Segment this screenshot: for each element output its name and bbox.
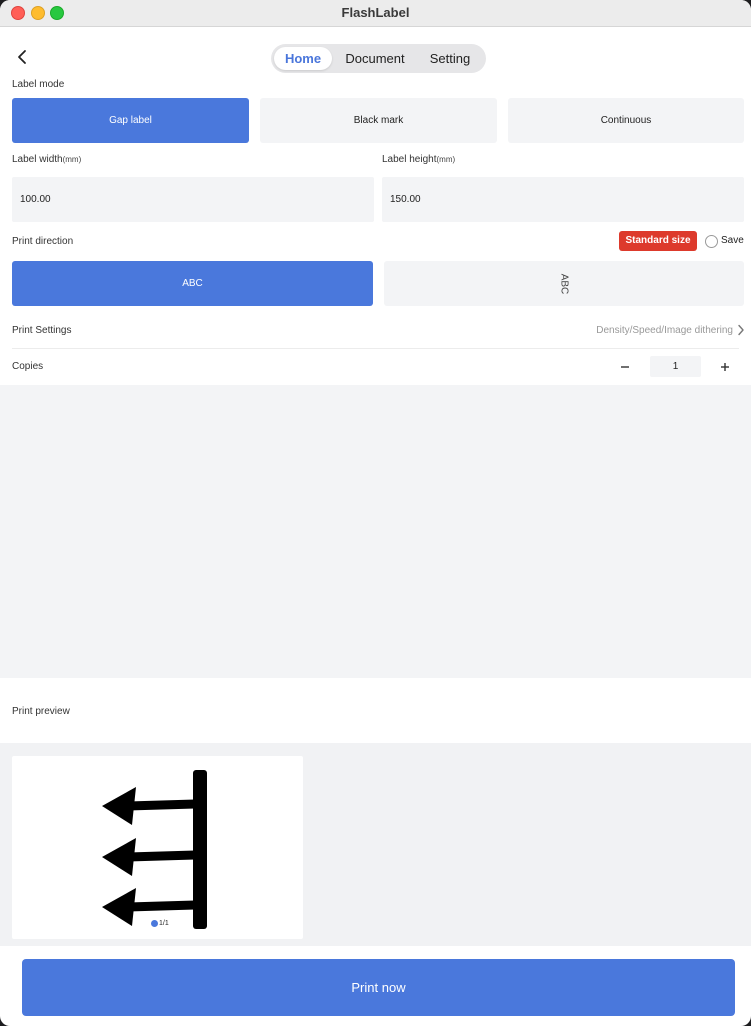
content-panel: [0, 385, 751, 678]
page-indicator: 1/1: [148, 918, 172, 930]
label-artwork: [102, 770, 207, 929]
print-settings-heading: Print Settings: [12, 325, 72, 336]
label-height-input[interactable]: 150.00: [382, 177, 744, 222]
mode-black-mark-button[interactable]: Black mark: [260, 98, 497, 143]
page-dot-icon: [151, 919, 158, 927]
direction-vertical-button[interactable]: ABC: [384, 261, 744, 306]
print-direction-heading: Print direction: [12, 236, 74, 247]
chevron-left-icon: [18, 50, 26, 64]
mode-gap-label-button[interactable]: Gap label: [12, 98, 249, 143]
direction-vertical-text: ABC: [558, 273, 570, 294]
direction-horizontal-button[interactable]: ABC: [12, 261, 373, 306]
label-mode-heading: Label mode: [12, 79, 65, 90]
label-height-heading: Label height(mm): [382, 154, 455, 165]
copies-increment-button[interactable]: [716, 357, 734, 377]
plus-icon: [721, 363, 729, 371]
label-width-unit: (mm): [62, 155, 82, 164]
page-indicator-text: 1/1: [159, 920, 169, 927]
window-title: FlashLabel: [341, 5, 410, 20]
title-bar: FlashLabel: [0, 0, 751, 27]
print-preview-heading: Print preview: [12, 706, 70, 717]
copies-input[interactable]: 1: [650, 356, 701, 377]
copies-heading: Copies: [12, 361, 44, 372]
arrow-left-icon: [102, 787, 200, 825]
label-width-text: Label width: [12, 154, 63, 165]
tab-document[interactable]: Document: [337, 47, 413, 70]
main-tab-switcher: Home Document Setting: [271, 44, 486, 73]
minus-icon: [621, 366, 629, 368]
label-height-unit: (mm): [436, 155, 456, 164]
tab-setting[interactable]: Setting: [419, 47, 481, 70]
chevron-right-icon[interactable]: [737, 324, 745, 336]
label-width-heading: Label width(mm): [12, 154, 81, 165]
copies-decrement-button[interactable]: [616, 357, 634, 377]
back-button[interactable]: [14, 47, 32, 67]
print-now-button[interactable]: Print now: [22, 959, 735, 1016]
arrow-left-icon: [102, 838, 200, 876]
app-window: FlashLabel Home Document Setting Label m…: [0, 0, 751, 1026]
standard-size-button[interactable]: Standard size: [619, 231, 697, 251]
save-radio[interactable]: [705, 235, 718, 248]
save-label: Save: [721, 235, 744, 246]
label-preview-card[interactable]: [12, 756, 303, 939]
divider: [12, 348, 739, 349]
mode-continuous-button[interactable]: Continuous: [508, 98, 744, 143]
label-width-input[interactable]: 100.00: [12, 177, 374, 222]
tab-home[interactable]: Home: [274, 47, 332, 70]
print-settings-value[interactable]: Density/Speed/Image dithering: [596, 325, 733, 336]
label-height-text: Label height: [382, 154, 437, 165]
